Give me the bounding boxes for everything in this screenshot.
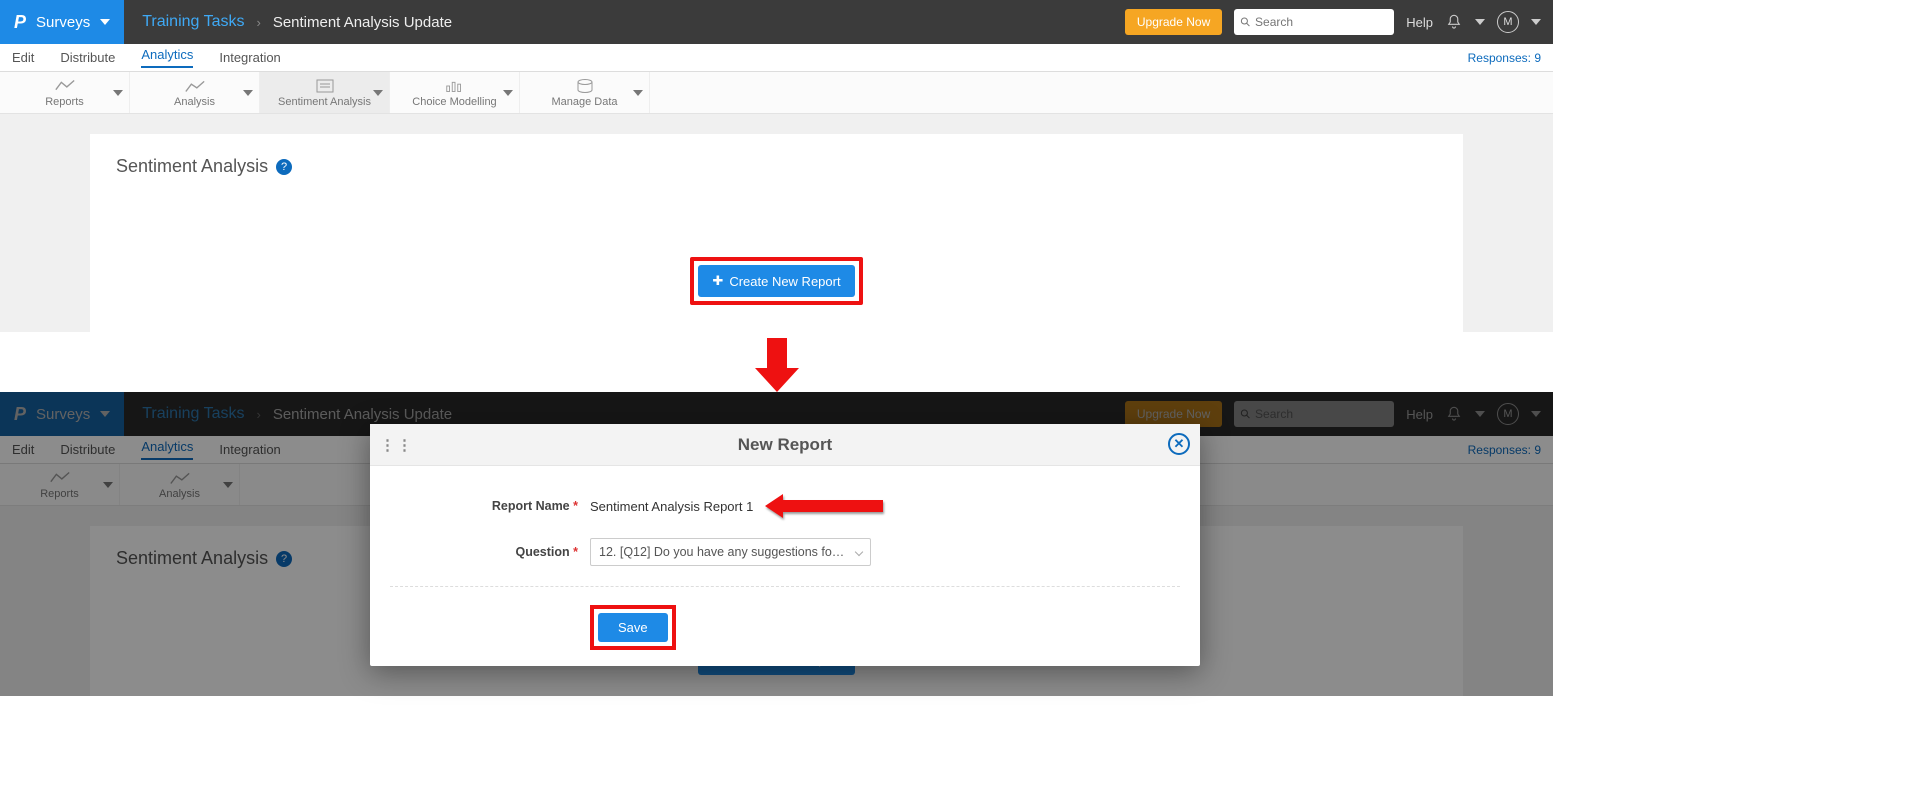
ribbon-manage[interactable]: Manage Data: [520, 72, 650, 113]
caret-down-icon: [100, 19, 110, 25]
ribbon-choice-label: Choice Modelling: [412, 96, 496, 108]
search-box[interactable]: [1234, 9, 1394, 35]
create-report-button[interactable]: ✚ Create New Report: [698, 265, 854, 297]
ribbon-sentiment[interactable]: Sentiment Analysis: [260, 72, 390, 113]
divider: [390, 586, 1180, 587]
search-icon: [1240, 16, 1251, 28]
user-caret-icon[interactable]: [1531, 19, 1541, 25]
logo-icon: P: [14, 12, 26, 33]
caret-down-icon: [243, 90, 253, 96]
panel-title-text: Sentiment Analysis: [116, 156, 268, 177]
breadcrumb-current: Sentiment Analysis Update: [273, 14, 452, 31]
help-icon[interactable]: ?: [276, 159, 292, 175]
ribbon-manage-label: Manage Data: [551, 96, 617, 108]
breadcrumb-sep: ›: [256, 15, 260, 30]
ribbon: Reports Analysis Sentiment Analysis Choi…: [0, 72, 1553, 114]
arrow-left-annotation: [765, 494, 883, 518]
sentiment-icon: [314, 78, 336, 94]
tab-integration[interactable]: Integration: [219, 50, 280, 65]
panel-title: Sentiment Analysis ?: [116, 156, 1437, 177]
avatar[interactable]: M: [1497, 11, 1519, 33]
help-link[interactable]: Help: [1406, 15, 1433, 30]
modal-header: ⋮⋮ New Report ✕: [370, 424, 1200, 466]
ribbon-analysis-label: Analysis: [174, 96, 215, 108]
tabbar: Edit Distribute Analytics Integration Re…: [0, 44, 1553, 72]
modal-body: Report Name * Sentiment Analysis Report …: [370, 466, 1200, 666]
ribbon-choice[interactable]: Choice Modelling: [390, 72, 520, 113]
ribbon-reports-label: Reports: [45, 96, 84, 108]
reports-icon: [54, 78, 76, 94]
question-label: Question *: [390, 545, 590, 559]
report-name-label: Report Name *: [390, 499, 590, 513]
drag-handle-icon[interactable]: ⋮⋮: [380, 436, 414, 454]
search-input[interactable]: [1255, 15, 1388, 29]
tab-analytics[interactable]: Analytics: [141, 47, 193, 68]
tab-edit[interactable]: Edit: [12, 50, 34, 65]
topbar-right: Upgrade Now Help M: [1125, 9, 1553, 35]
save-button[interactable]: Save: [598, 613, 668, 642]
ribbon-reports[interactable]: Reports: [0, 72, 130, 113]
topbar: P Surveys Training Tasks › Sentiment Ana…: [0, 0, 1553, 44]
analysis-icon: [184, 78, 206, 94]
close-icon[interactable]: ✕: [1168, 433, 1190, 455]
question-select-value: 12. [Q12] Do you have any suggestions fo…: [599, 545, 844, 559]
upgrade-button[interactable]: Upgrade Now: [1125, 9, 1222, 35]
ribbon-sentiment-label: Sentiment Analysis: [278, 96, 371, 108]
caret-down-icon: [113, 90, 123, 96]
chevron-down-icon: [855, 548, 863, 556]
tab-distribute[interactable]: Distribute: [60, 50, 115, 65]
brand-menu[interactable]: P Surveys: [0, 0, 124, 44]
brand-menu-label: Surveys: [36, 14, 90, 31]
responses-count[interactable]: Responses: 9: [1468, 51, 1553, 65]
caret-down-icon: [633, 90, 643, 96]
caret-down-icon: [373, 90, 383, 96]
create-report-label: Create New Report: [729, 274, 840, 289]
modal-title: New Report: [738, 435, 832, 455]
new-report-modal: ⋮⋮ New Report ✕ Report Name * Sentiment …: [370, 424, 1200, 666]
canvas: Sentiment Analysis ? ✚ Create New Report: [0, 114, 1553, 332]
report-name-input[interactable]: Sentiment Analysis Report 1: [590, 499, 753, 514]
breadcrumb-link[interactable]: Training Tasks: [142, 13, 244, 31]
choice-icon: [444, 78, 466, 94]
database-icon: [574, 78, 596, 94]
alerts-caret-icon[interactable]: [1475, 19, 1485, 25]
arrow-down-annotation: [757, 338, 797, 392]
plus-icon: ✚: [712, 273, 723, 289]
caret-down-icon: [503, 90, 513, 96]
ribbon-analysis[interactable]: Analysis: [130, 72, 260, 113]
panel: Sentiment Analysis ? ✚ Create New Report: [90, 134, 1463, 332]
highlight-box: ✚ Create New Report: [690, 257, 862, 305]
question-select[interactable]: 12. [Q12] Do you have any suggestions fo…: [590, 538, 871, 566]
highlight-box: Save: [590, 605, 676, 650]
bell-icon[interactable]: [1445, 13, 1463, 31]
